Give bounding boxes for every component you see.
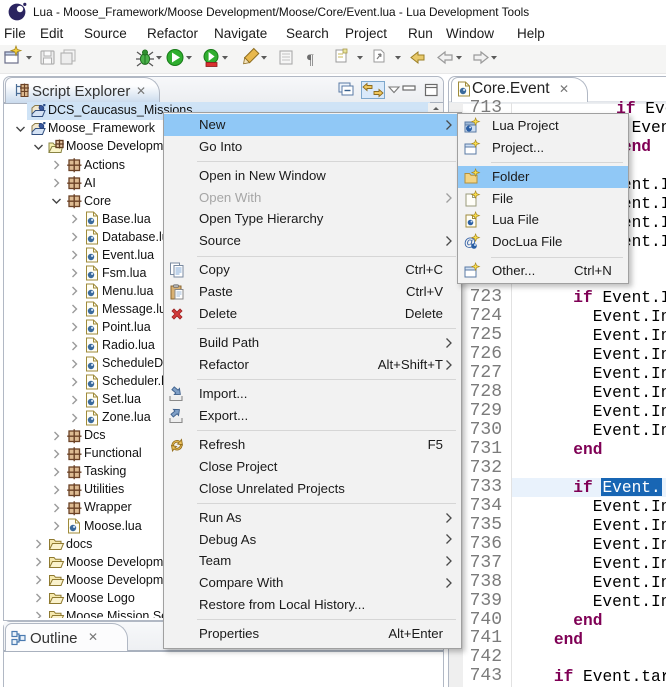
svg-text:¶: ¶ <box>307 52 314 68</box>
